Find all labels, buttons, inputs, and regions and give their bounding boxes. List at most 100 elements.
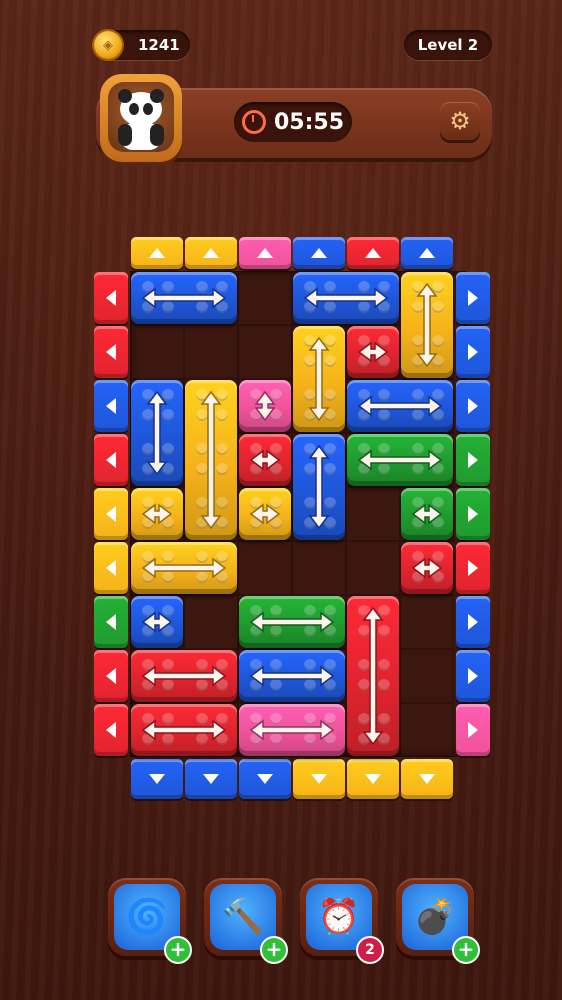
block-blue[interactable] [131, 272, 237, 324]
arrow-left-icon [106, 506, 116, 522]
block-yellow[interactable] [131, 542, 237, 594]
plus-badge: + [260, 936, 288, 964]
arrow-left-icon [106, 452, 116, 468]
block-green[interactable] [347, 434, 453, 486]
double-arrow-horizontal-icon [249, 449, 281, 471]
exit-gate-pink [456, 704, 490, 756]
exit-gate-yellow [347, 759, 399, 799]
board-cell [292, 541, 346, 595]
gear-icon: ⚙ [449, 107, 471, 135]
clock-icon [241, 110, 266, 134]
arrow-right-icon [468, 614, 478, 630]
drill-button[interactable]: 🌀 + [108, 878, 192, 964]
arrow-down-icon [311, 774, 327, 784]
arrow-up-icon [203, 248, 219, 258]
block-red[interactable] [347, 596, 399, 756]
block-red[interactable] [401, 542, 453, 594]
block-red[interactable] [131, 650, 237, 702]
block-blue[interactable] [239, 650, 345, 702]
exit-gate-blue [456, 272, 490, 324]
level-label: Level 2 [404, 30, 492, 60]
block-yellow[interactable] [293, 326, 345, 432]
double-arrow-vertical-icon [308, 444, 330, 530]
arrow-up-icon [149, 248, 165, 258]
block-red[interactable] [347, 326, 399, 378]
timer-value: 05:55 [273, 109, 345, 135]
arrow-left-icon [106, 614, 116, 630]
exit-gate-blue [456, 596, 490, 648]
arrow-right-icon [468, 722, 478, 738]
block-yellow[interactable] [131, 488, 183, 540]
arrow-up-icon [365, 248, 381, 258]
block-pink[interactable] [239, 704, 345, 756]
double-arrow-vertical-icon [308, 336, 330, 422]
settings-button[interactable]: ⚙ [440, 102, 480, 140]
double-arrow-horizontal-icon [411, 503, 443, 525]
double-arrow-horizontal-icon [411, 557, 443, 579]
hammer-button[interactable]: 🔨 + [204, 878, 288, 964]
double-arrow-horizontal-icon [141, 665, 227, 687]
cannon-button[interactable]: 💣 + [396, 878, 480, 964]
arrow-left-icon [106, 344, 116, 360]
exit-gate-yellow [185, 237, 237, 269]
plus-badge: + [452, 936, 480, 964]
arrow-down-icon [203, 774, 219, 784]
board-cell [346, 541, 400, 595]
block-yellow[interactable] [185, 380, 237, 540]
double-arrow-horizontal-icon [141, 611, 173, 633]
arrow-down-icon [365, 774, 381, 784]
arrow-left-icon [106, 668, 116, 684]
block-yellow[interactable] [401, 272, 453, 378]
exit-gate-blue [456, 380, 490, 432]
exit-gate-blue [293, 237, 345, 269]
arrow-right-icon [468, 452, 478, 468]
double-arrow-horizontal-icon [249, 719, 335, 741]
block-blue[interactable] [293, 434, 345, 540]
board-cell [184, 595, 238, 649]
timer: 05:55 [234, 102, 352, 142]
exit-gate-green [456, 434, 490, 486]
coin-amount: 1241 [138, 36, 180, 54]
panda-avatar[interactable] [100, 74, 182, 162]
arrow-right-icon [468, 290, 478, 306]
board-cell [238, 271, 292, 325]
double-arrow-horizontal-icon [249, 611, 335, 633]
exit-gate-yellow [293, 759, 345, 799]
block-blue[interactable] [293, 272, 399, 324]
block-blue[interactable] [131, 380, 183, 486]
block-green[interactable] [239, 596, 345, 648]
coin-counter: ◈ 1241 [94, 30, 190, 60]
exit-gate-red [347, 237, 399, 269]
coin-icon: ◈ [94, 31, 122, 59]
board-cell [130, 325, 184, 379]
double-arrow-horizontal-icon [357, 395, 443, 417]
exit-gate-blue [131, 759, 183, 799]
exit-gate-pink [239, 237, 291, 269]
exit-gate-red [94, 650, 128, 702]
board-cell [184, 325, 238, 379]
double-arrow-vertical-icon [254, 390, 276, 422]
double-arrow-horizontal-icon [357, 449, 443, 471]
block-blue[interactable] [347, 380, 453, 432]
board-cell [346, 487, 400, 541]
exit-gate-red [456, 542, 490, 594]
arrow-left-icon [106, 722, 116, 738]
arrow-left-icon [106, 398, 116, 414]
arrow-left-icon [106, 290, 116, 306]
block-blue[interactable] [131, 596, 183, 648]
clock-freeze-button[interactable]: ⏰ 2 [300, 878, 384, 964]
block-red[interactable] [131, 704, 237, 756]
block-pink[interactable] [239, 380, 291, 432]
double-arrow-vertical-icon [416, 282, 438, 368]
block-yellow[interactable] [239, 488, 291, 540]
double-arrow-horizontal-icon [141, 287, 227, 309]
exit-gate-red [94, 434, 128, 486]
exit-gate-blue [185, 759, 237, 799]
exit-gate-blue [456, 326, 490, 378]
block-green[interactable] [401, 488, 453, 540]
double-arrow-vertical-icon [200, 390, 222, 530]
arrow-up-icon [257, 248, 273, 258]
block-red[interactable] [239, 434, 291, 486]
arrow-right-icon [468, 398, 478, 414]
exit-gate-blue [456, 650, 490, 702]
